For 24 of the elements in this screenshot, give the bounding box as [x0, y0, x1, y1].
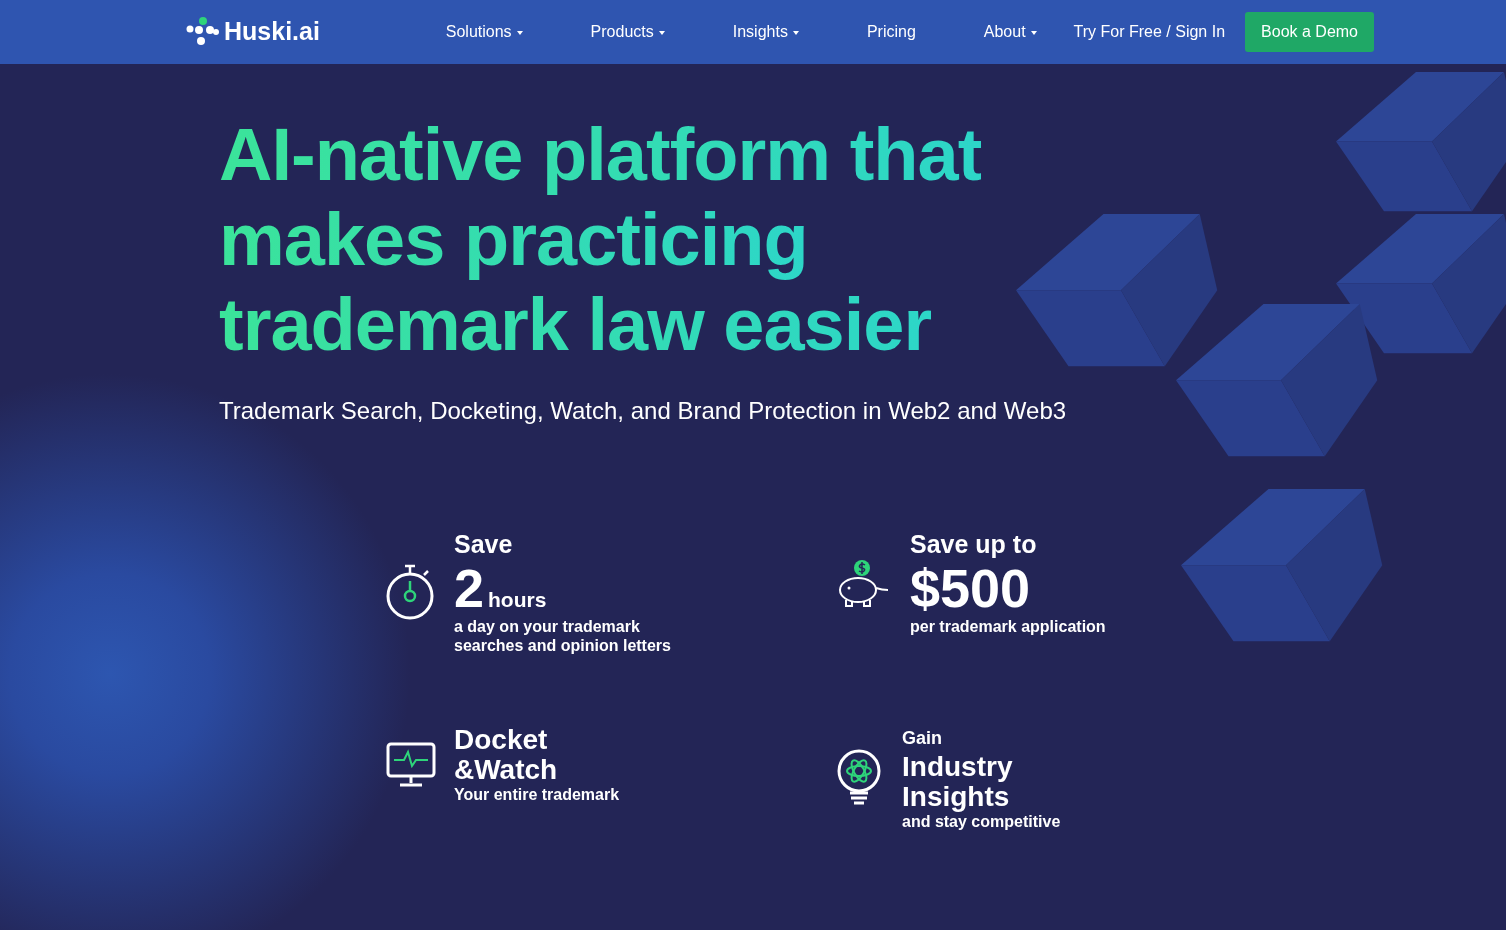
nav-menu-item[interactable]: Products [590, 16, 665, 48]
stat-description: Your entire trademark [454, 785, 621, 804]
nav-menu-item[interactable]: Pricing [866, 16, 916, 48]
stopwatch-icon [386, 563, 436, 621]
stat-label: Save [454, 529, 514, 559]
stat-label: Save up to [910, 529, 1038, 559]
brand-name: Huski.ai [224, 16, 320, 48]
stat-value: $500 [910, 559, 1031, 617]
stat-title: Docket &Watch [454, 725, 559, 785]
stat-value: 2 [454, 559, 485, 617]
subtitle: Trademark Search, Docketing, Watch, and Brand Protection in Web2 and Web3 [219, 396, 1068, 426]
stat-label: Gain [902, 727, 943, 750]
logo[interactable]: Huski.ai [186, 13, 320, 51]
sign-in-link[interactable]: Try For Free / Sign In [1073, 16, 1226, 48]
stat-unit: hours [488, 587, 547, 613]
stat-description: and stay competitive [902, 812, 1062, 831]
nav-menu-item[interactable]: Insights [732, 16, 799, 48]
dots-logo-icon [186, 17, 220, 47]
stat-description: a day on your trademark searches and opinion letters [454, 617, 672, 655]
stat-title: Industry Insights [902, 752, 1014, 812]
nav-menu-item[interactable]: About [983, 16, 1037, 48]
nav-menu-item[interactable]: Solutions [445, 16, 523, 48]
monitor-icon [386, 741, 436, 788]
stat-description: per trademark application [910, 617, 1106, 636]
